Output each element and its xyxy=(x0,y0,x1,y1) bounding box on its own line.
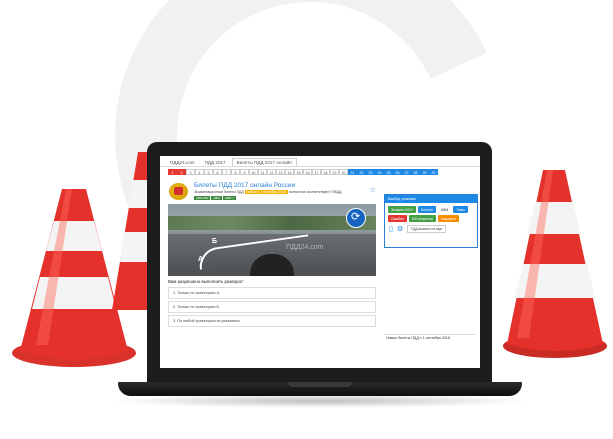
ticket-number-button[interactable]: 4 xyxy=(195,169,204,175)
ticket-number-button[interactable]: 26 xyxy=(393,169,402,175)
question-image: Б А ПДД24.com xyxy=(168,204,376,276)
tool-row: ▯ ⚙ ПДД вызвать на звук xyxy=(385,222,477,236)
mode-buttons: Экзамен 2017 Билеты АВМ Темы Ошибки 100 вопро… xyxy=(385,203,477,222)
news-link[interactable]: Новые билеты ПДД с 1 сентября 2016 xyxy=(386,336,450,340)
ticket-number-button[interactable]: 28 xyxy=(411,169,420,175)
ticket-number-button[interactable]: 29 xyxy=(420,169,429,175)
ticket-number-button[interactable]: 23 xyxy=(366,169,375,175)
ticket-number-button[interactable]: 22 xyxy=(357,169,366,175)
laptop-shadow xyxy=(110,394,530,408)
news-divider xyxy=(384,334,476,335)
ticket-number-button[interactable]: 9 xyxy=(240,169,249,175)
ticket-number-button[interactable]: 25 xyxy=(384,169,393,175)
favorite-star-icon[interactable]: ☆ xyxy=(370,186,376,194)
mode-button[interactable]: Темы xyxy=(453,206,468,213)
category-badges: ABM 800 ABM ABM 1 xyxy=(194,196,236,200)
page-subtitle: Экзаменационные билеты ПДД новые с 1 сен… xyxy=(194,190,341,194)
trajectory-label-a: А xyxy=(198,256,204,263)
report-button[interactable]: ПДД вызвать на звук xyxy=(407,225,446,233)
mode-button[interactable]: Билеты xyxy=(417,206,436,213)
ticket-number-button[interactable]: 10 xyxy=(249,169,258,175)
ticket-number-button[interactable]: 18 xyxy=(321,169,330,175)
category-badge[interactable]: ABM xyxy=(211,196,222,200)
ticket-number-button[interactable]: 12 xyxy=(267,169,276,175)
ticket-number-bar: 1 2 3 4 5 6 7 8 9 10 11 12 13 14 15 16 17 18 19 20 21 22 23 24 2… xyxy=(168,169,480,175)
ticket-number-button[interactable]: 14 xyxy=(285,169,294,175)
subtitle-highlight: новые с 1 сентября 2016 xyxy=(244,190,288,194)
nav-tab[interactable]: ПДД24.com xyxy=(166,159,199,166)
ticket-number-button[interactable]: 11 xyxy=(258,169,267,175)
page-header: Билеты ПДД 2017 онлайн России Экзаменаци… xyxy=(168,182,376,204)
trees-background xyxy=(168,216,376,230)
mode-selector-title: Выбор режима xyxy=(385,195,477,203)
phone-icon[interactable]: ▯ xyxy=(389,225,393,233)
traffic-cone-right xyxy=(495,168,610,363)
ticket-number-button[interactable]: 6 xyxy=(213,169,222,175)
ticket-number-button[interactable]: 19 xyxy=(330,169,339,175)
laptop-hinge-notch xyxy=(288,382,352,387)
question-panel: Билеты ПДД 2017 онлайн России Экзаменаци… xyxy=(168,182,376,329)
gibdd-emblem-icon xyxy=(169,183,188,200)
ticket-number-button[interactable]: 24 xyxy=(375,169,384,175)
ticket-number-button[interactable]: 1 xyxy=(168,169,177,175)
mode-button[interactable]: Марафон xyxy=(437,215,459,222)
laptop-screen: ПДД24.com ПДД 2017 Билеты ПДД 2017 онлайн … xyxy=(160,156,480,368)
nav-tab[interactable]: Билеты ПДД 2017 онлайн xyxy=(231,158,297,166)
gear-icon[interactable]: ⚙ xyxy=(397,225,403,233)
question-text: Вам разрешено выполнить разворот: xyxy=(168,279,245,284)
ticket-number-button[interactable]: 3 xyxy=(186,169,195,175)
page-title: Билеты ПДД 2017 онлайн России xyxy=(194,182,296,189)
answer-option[interactable]: 1. Только по траектории А. xyxy=(168,287,376,299)
ticket-number-button[interactable]: 16 xyxy=(303,169,312,175)
ticket-number-button[interactable]: 8 xyxy=(231,169,240,175)
category-badge[interactable]: ABM 1 xyxy=(222,196,236,200)
mode-button[interactable]: 100 вопросов xyxy=(408,215,436,222)
image-watermark: ПДД24.com xyxy=(286,244,324,251)
ticket-number-button[interactable]: 27 xyxy=(402,169,411,175)
ticket-number-button[interactable]: 21 xyxy=(348,169,357,175)
ticket-number-button[interactable]: 17 xyxy=(312,169,321,175)
ticket-number-button[interactable]: 30 xyxy=(429,169,438,175)
mode-selector-panel: Выбор режима Экзамен 2017 Билеты АВМ Темы Ош… xyxy=(384,194,478,248)
ticket-number-button[interactable]: 5 xyxy=(204,169,213,175)
nav-divider xyxy=(160,166,480,167)
roundabout-sign-icon xyxy=(346,208,366,228)
category-badge[interactable]: ABM 800 xyxy=(194,196,211,200)
site-nav: ПДД24.com ПДД 2017 Билеты ПДД 2017 онлайн xyxy=(160,156,480,166)
mode-button[interactable]: Экзамен 2017 xyxy=(388,206,416,213)
ticket-number-button[interactable]: 2 xyxy=(177,169,186,175)
answer-option[interactable]: 2. Только по траектории Б. xyxy=(168,301,376,313)
nav-tab[interactable]: ПДД 2017 xyxy=(201,159,230,166)
mode-button[interactable]: Ошибки xyxy=(388,215,407,222)
mode-button[interactable]: АВМ xyxy=(437,206,452,213)
trajectory-label-b: Б xyxy=(212,238,218,245)
ticket-number-button[interactable]: 20 xyxy=(339,169,348,175)
answer-option[interactable]: 3. По любой траектории из указанных. xyxy=(168,315,376,327)
ticket-number-button[interactable]: 15 xyxy=(294,169,303,175)
subtitle-text-end: полностью соответствуют ГИБДД xyxy=(288,190,342,194)
ticket-number-button[interactable]: 13 xyxy=(276,169,285,175)
subtitle-text: Экзаменационные билеты ПДД xyxy=(194,190,244,194)
ticket-number-button[interactable]: 7 xyxy=(222,169,231,175)
